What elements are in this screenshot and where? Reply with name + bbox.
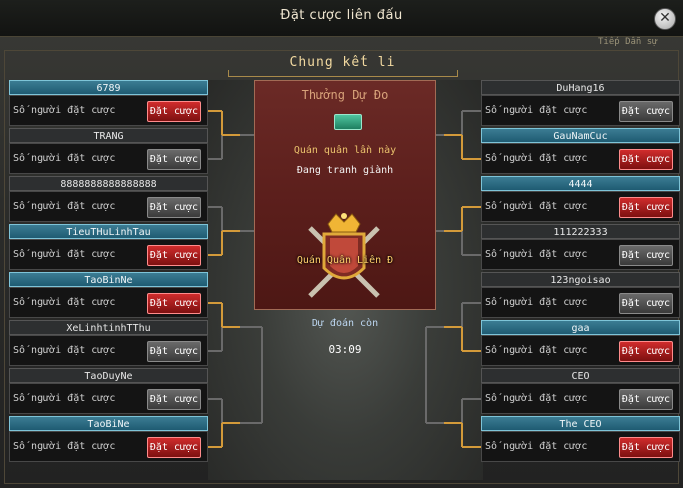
team-name: XeLinhtinhTThu <box>9 320 208 335</box>
bet-button[interactable]: Đặt cược <box>619 341 673 362</box>
reward-title: Thưởng Dự Đo <box>301 88 389 102</box>
bettor-count-label: Số người đặt cược <box>485 441 588 452</box>
bettor-count-label: Số người đặt cược <box>485 393 588 404</box>
bet-button[interactable]: Đặt cược <box>619 437 673 458</box>
team-name: 111222333 <box>481 224 680 239</box>
bettor-count-label: Số người đặt cược <box>13 105 116 116</box>
right-team-6: gaa Số người đặt cược Đặt cược <box>481 320 680 366</box>
bettor-count-label: Số người đặt cược <box>485 345 588 356</box>
bettor-count-label: Số người đặt cược <box>485 105 588 116</box>
team-name: TaoBinNe <box>9 272 208 287</box>
right-team-4: 111222333 Số người đặt cược Đặt cược <box>481 224 680 270</box>
bet-row: Số người đặt cược Đặt cược <box>9 335 208 366</box>
team-name: 123ngoisao <box>481 272 680 287</box>
bet-row: Số người đặt cược Đặt cược <box>481 287 680 318</box>
bet-row: Số người đặt cược Đặt cược <box>481 431 680 462</box>
left-team-5: TaoBinNe Số người đặt cược Đặt cược <box>9 272 208 318</box>
left-team-8: TaoBiNe Số người đặt cược Đặt cược <box>9 416 208 462</box>
right-team-2: GauNamCuc Số người đặt cược Đặt cược <box>481 128 680 174</box>
left-team-7: TaoDuyNe Số người đặt cược Đặt cược <box>9 368 208 414</box>
bet-button[interactable]: Đặt cược <box>619 389 673 410</box>
prediction-label: Dự đoán còn <box>311 318 379 329</box>
left-team-1: 6789 Số người đặt cược Đặt cược <box>9 80 208 126</box>
bet-row: Số người đặt cược Đặt cược <box>9 287 208 318</box>
bet-button[interactable]: Đặt cược <box>619 293 673 314</box>
game-window: Đặt cược liên đấu ✕ Tiếp Dẫn sự Chung kế… <box>0 0 683 488</box>
bet-row: Số người đặt cược Đặt cược <box>481 239 680 270</box>
bet-row: Số người đặt cược Đặt cược <box>481 383 680 414</box>
bettor-count-label: Số người đặt cược <box>485 201 588 212</box>
right-team-7: CEO Số người đặt cược Đặt cược <box>481 368 680 414</box>
bet-row: Số người đặt cược Đặt cược <box>9 431 208 462</box>
team-name: GauNamCuc <box>481 128 680 143</box>
bet-button[interactable]: Đặt cược <box>147 245 201 266</box>
bet-button[interactable]: Đặt cược <box>147 101 201 122</box>
right-team-3: 4444 Số người đặt cược Đặt cược <box>481 176 680 222</box>
bettor-count-label: Số người đặt cược <box>13 201 116 212</box>
bettor-count-label: Số người đặt cược <box>485 297 588 308</box>
right-team-8: The CEO Số người đặt cược Đặt cược <box>481 416 680 462</box>
team-name: TaoDuyNe <box>9 368 208 383</box>
bet-row: Số người đặt cược Đặt cược <box>9 191 208 222</box>
prediction-timer: 03:09 <box>328 343 362 356</box>
bet-row: Số người đặt cược Đặt cược <box>9 239 208 270</box>
left-team-4: TieuTHuLinhTau Số người đặt cược Đặt cược <box>9 224 208 270</box>
left-team-6: XeLinhtinhTThu Số người đặt cược Đặt cược <box>9 320 208 366</box>
bet-button[interactable]: Đặt cược <box>619 245 673 266</box>
left-team-3: 8888888888888888 Số người đặt cược Đặt cượ… <box>9 176 208 222</box>
right-team-5: 123ngoisao Số người đặt cược Đặt cược <box>481 272 680 318</box>
bet-button[interactable]: Đặt cược <box>619 197 673 218</box>
team-name: 8888888888888888 <box>9 176 208 191</box>
bettor-count-label: Số người đặt cược <box>485 249 588 260</box>
bet-row: Số người đặt cược Đặt cược <box>9 383 208 414</box>
bettor-count-label: Số người đặt cược <box>485 153 588 164</box>
bet-row: Số người đặt cược Đặt cược <box>481 143 680 174</box>
emblem-label: Quán Quân Liên Đ <box>296 255 394 266</box>
bet-button[interactable]: Đặt cược <box>147 341 201 362</box>
reward-chest-icon <box>334 114 362 130</box>
bettor-count-label: Số người đặt cược <box>13 153 116 164</box>
right-team-1: DuHang16 Số người đặt cược Đặt cược <box>481 80 680 126</box>
champion-label: Quán quân lần này <box>293 145 397 156</box>
champion-status: Đang tranh giành <box>296 165 394 176</box>
bet-row: Số người đặt cược Đặt cược <box>9 143 208 174</box>
team-name: TieuTHuLinhTau <box>9 224 208 239</box>
team-name: DuHang16 <box>481 80 680 95</box>
bet-row: Số người đặt cược Đặt cược <box>481 335 680 366</box>
left-team-2: TRANG Số người đặt cược Đặt cược <box>9 128 208 174</box>
bet-button[interactable]: Đặt cược <box>619 149 673 170</box>
team-name: The CEO <box>481 416 680 431</box>
team-name: TRANG <box>9 128 208 143</box>
bet-button[interactable]: Đặt cược <box>147 437 201 458</box>
bet-button[interactable]: Đặt cược <box>147 389 201 410</box>
team-name: CEO <box>481 368 680 383</box>
bet-row: Số người đặt cược Đặt cược <box>481 191 680 222</box>
team-name: gaa <box>481 320 680 335</box>
team-name: 6789 <box>9 80 208 95</box>
team-name: TaoBiNe <box>9 416 208 431</box>
bet-button[interactable]: Đặt cược <box>147 293 201 314</box>
bettor-count-label: Số người đặt cược <box>13 297 116 308</box>
bet-row: Số người đặt cược Đặt cược <box>9 95 208 126</box>
bet-button[interactable]: Đặt cược <box>147 197 201 218</box>
bet-button[interactable]: Đặt cược <box>619 101 673 122</box>
bettor-count-label: Số người đặt cược <box>13 249 116 260</box>
bettor-count-label: Số người đặt cược <box>13 441 116 452</box>
bet-row: Số người đặt cược Đặt cược <box>481 95 680 126</box>
bettor-count-label: Số người đặt cược <box>13 393 116 404</box>
team-name: 4444 <box>481 176 680 191</box>
bettor-count-label: Số người đặt cược <box>13 345 116 356</box>
bet-button[interactable]: Đặt cược <box>147 149 201 170</box>
